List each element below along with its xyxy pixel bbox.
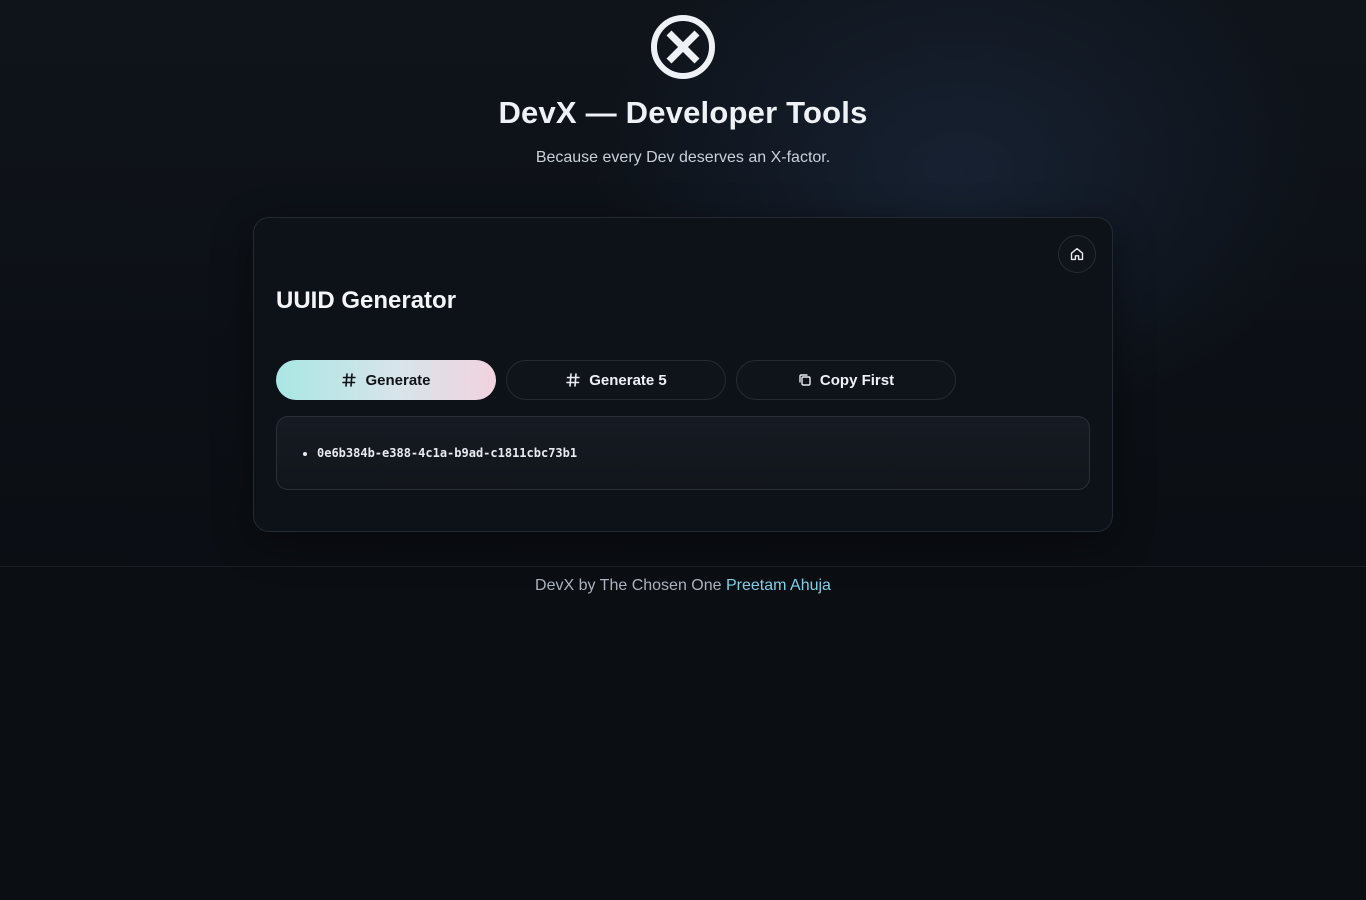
tool-card: UUID Generator Generate Generate 5 Copy … [253, 217, 1113, 532]
site-footer: DevX by The Chosen One Preetam Ahuja [0, 576, 1366, 596]
generate-button[interactable]: Generate [276, 360, 496, 400]
copy-icon [798, 373, 812, 387]
home-icon [1070, 247, 1084, 261]
uuid-result-item: 0e6b384b-e388-4c1a-b9ad-c1811cbc73b1 [317, 445, 577, 461]
site-title: DevX — Developer Tools [498, 95, 868, 130]
copy-first-button-label: Copy First [819, 371, 895, 389]
footer-credit: DevX by The Chosen One [535, 577, 722, 594]
author-link[interactable]: Preetam Ahuja [726, 577, 831, 594]
page: DevX — Developer Tools Because every Dev… [0, 0, 1366, 900]
uuid-results-panel: 0e6b384b-e388-4c1a-b9ad-c1811cbc73b1 [276, 416, 1090, 490]
site-tagline: Because every Dev deserves an X-factor. [535, 149, 831, 166]
generate-button-label: Generate [365, 371, 431, 389]
home-button[interactable] [1058, 235, 1096, 273]
site-header: DevX — Developer Tools Because every Dev… [0, 14, 1366, 168]
uuid-results-list: 0e6b384b-e388-4c1a-b9ad-c1811cbc73b1 [277, 445, 577, 461]
footer-divider [0, 566, 1366, 567]
hash-icon [565, 372, 581, 388]
x-circle-icon [651, 15, 715, 79]
action-buttons: Generate Generate 5 Copy First [276, 360, 956, 400]
generate-5-button-label: Generate 5 [589, 371, 667, 389]
copy-first-button[interactable]: Copy First [736, 360, 956, 400]
generate-5-button[interactable]: Generate 5 [506, 360, 726, 400]
hash-icon [341, 372, 357, 388]
tool-title: UUID Generator [276, 287, 457, 314]
